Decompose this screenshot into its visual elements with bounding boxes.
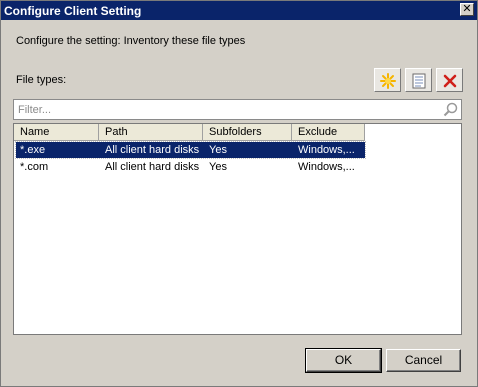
properties-icon (412, 73, 426, 89)
cancel-button[interactable]: Cancel (386, 349, 461, 372)
window-title: Configure Client Setting (4, 4, 142, 18)
properties-button[interactable] (405, 68, 432, 92)
delete-icon (443, 74, 457, 88)
cell-exclude: Windows,... (298, 161, 355, 173)
cell-subfolders: Yes (209, 144, 227, 156)
close-button[interactable]: ✕ (460, 3, 474, 16)
file-types-label: File types: (16, 74, 67, 86)
column-header-exclude[interactable]: Exclude (292, 124, 365, 141)
cell-exclude: Windows,... (298, 144, 355, 156)
search-icon[interactable] (443, 102, 458, 117)
title-bar[interactable]: Configure Client Setting ✕ (1, 1, 477, 20)
close-icon: ✕ (462, 3, 472, 15)
column-header-name[interactable]: Name (14, 124, 99, 141)
cell-name: *.com (20, 161, 49, 173)
column-header-subfolders[interactable]: Subfolders (203, 124, 292, 141)
configure-client-setting-dialog: Configure Client Setting ✕ Configure the… (0, 0, 478, 387)
column-header-path[interactable]: Path (99, 124, 203, 141)
setting-description: Configure the setting: Inventory these f… (16, 35, 246, 47)
cell-path: All client hard disks (105, 161, 200, 173)
new-file-type-button[interactable] (374, 68, 401, 92)
new-item-icon (380, 73, 396, 89)
list-row-exe[interactable]: *.exe All client hard disks Yes Windows,… (15, 141, 366, 159)
ok-button[interactable]: OK (305, 348, 382, 373)
list-header: Name Path Subfolders Exclude (14, 124, 365, 141)
list-row-com[interactable]: *.com All client hard disks Yes Windows,… (16, 159, 365, 175)
filter-input[interactable] (14, 100, 438, 119)
cell-subfolders: Yes (209, 161, 227, 173)
file-types-list[interactable]: Name Path Subfolders Exclude *.exe All c… (13, 123, 462, 335)
cell-path: All client hard disks (105, 144, 200, 156)
cell-name: *.exe (20, 144, 46, 156)
delete-button[interactable] (436, 68, 463, 92)
filter-box (13, 99, 462, 120)
